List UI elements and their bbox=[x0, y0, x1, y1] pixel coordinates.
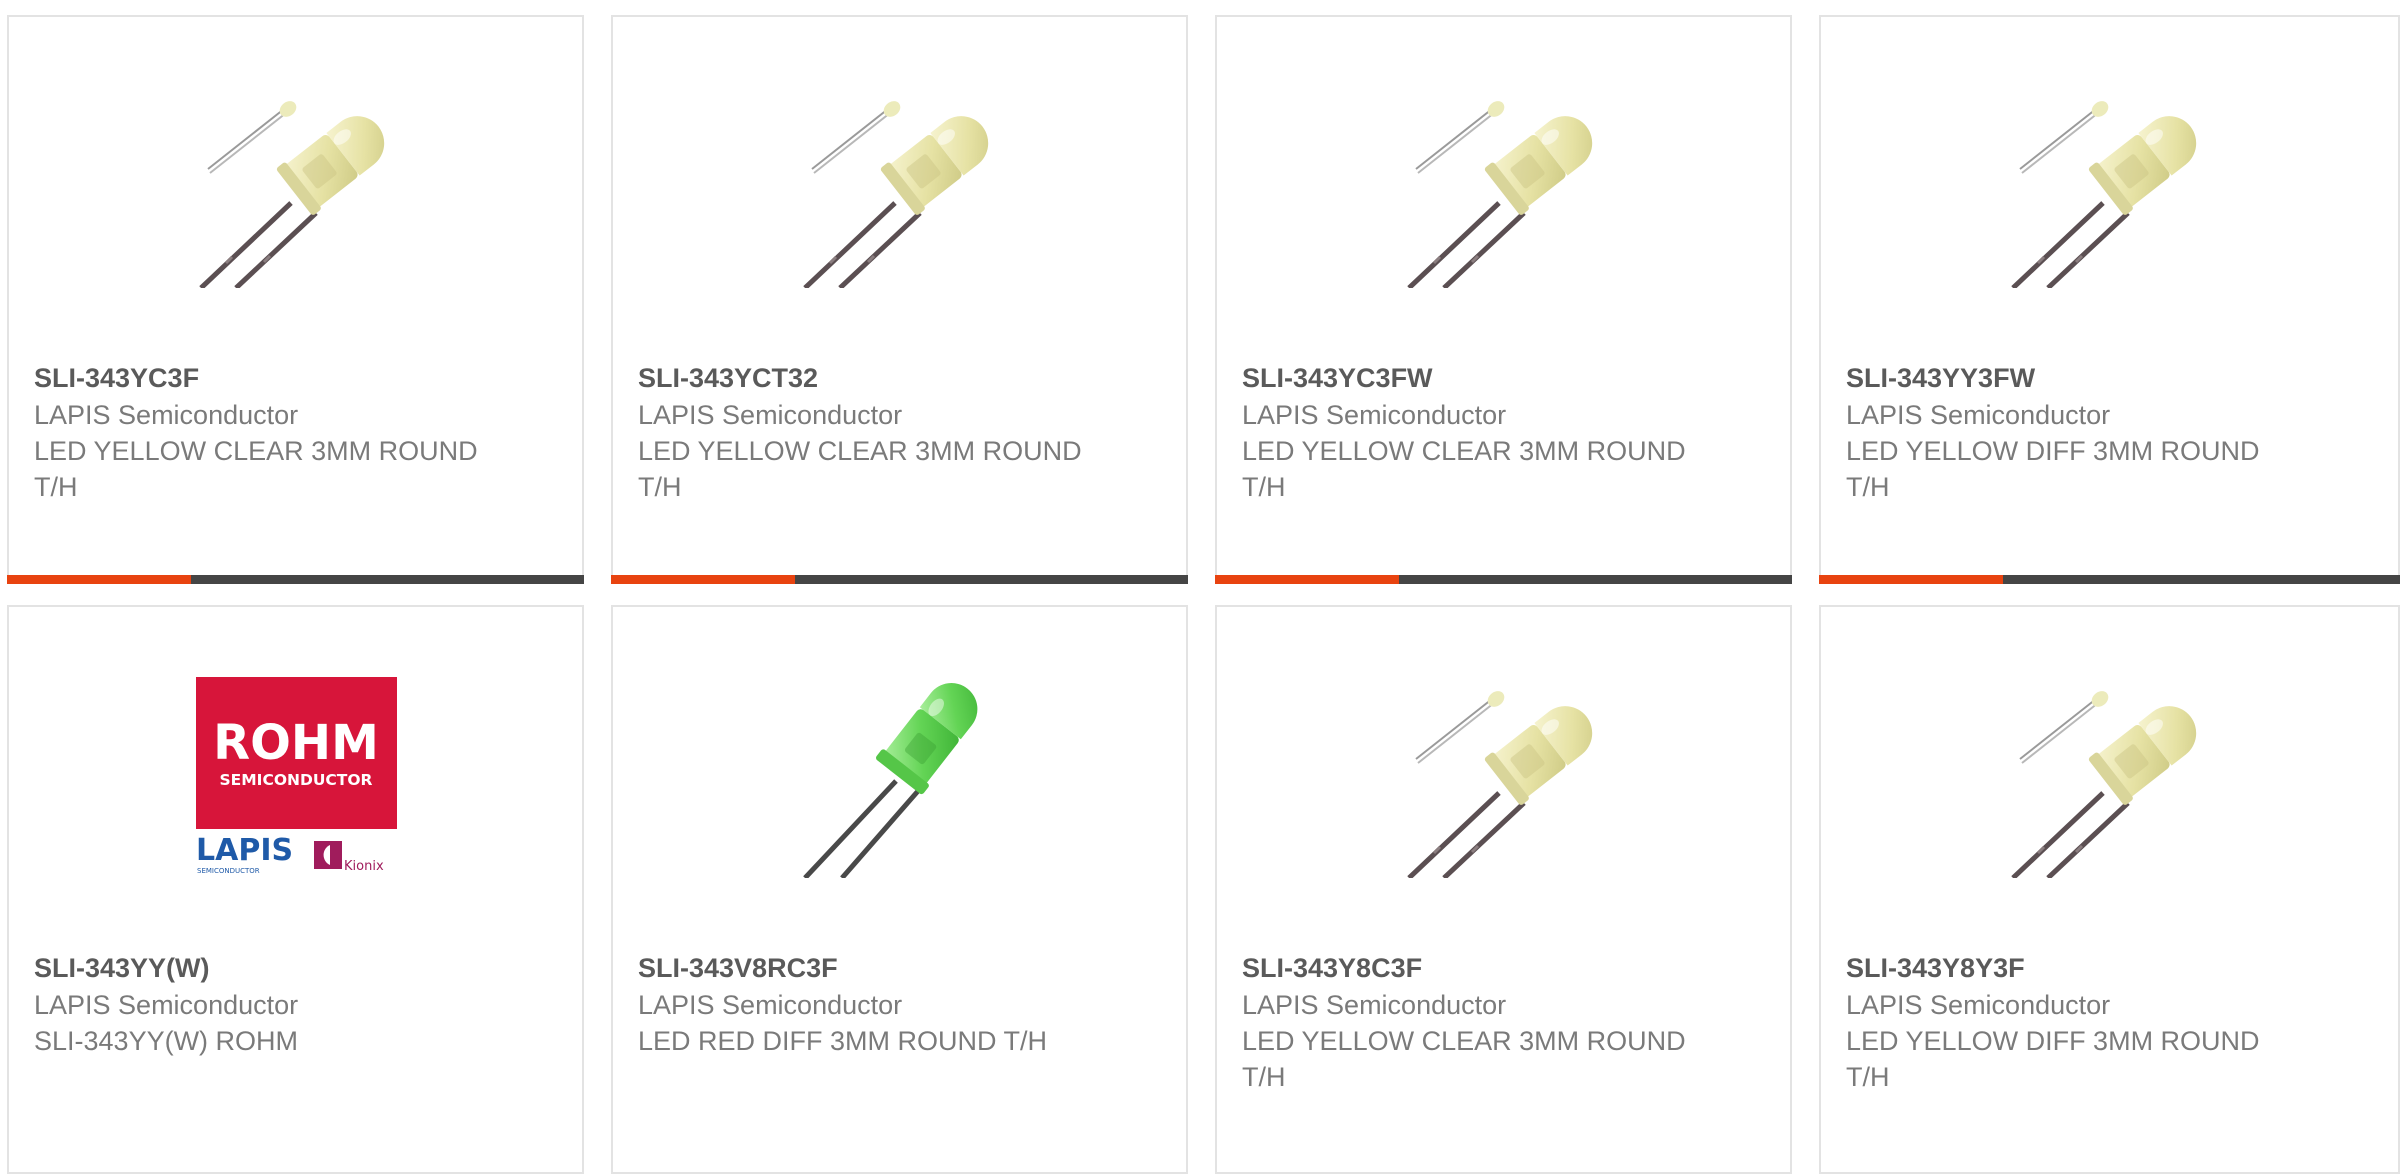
product-card[interactable]: SLI-343V8RC3F LAPIS Semiconductor LED RE… bbox=[611, 605, 1188, 1174]
part-number[interactable]: SLI-343YC3F bbox=[34, 359, 484, 397]
manufacturer: LAPIS Semiconductor bbox=[638, 990, 903, 1020]
product-info: SLI-343Y8Y3F LAPIS Semiconductor LED YEL… bbox=[1846, 949, 2296, 1095]
product-description: LED YELLOW CLEAR 3MM ROUND T/H bbox=[638, 436, 1082, 502]
part-number[interactable]: SLI-343YY3FW bbox=[1846, 359, 2296, 397]
part-number[interactable]: SLI-343V8RC3F bbox=[638, 949, 1088, 987]
product-description: LED YELLOW CLEAR 3MM ROUND T/H bbox=[34, 436, 478, 502]
product-info: SLI-343YY(W) LAPIS Semiconductor SLI-343… bbox=[34, 949, 484, 1059]
card-accent-highlight bbox=[1215, 575, 1399, 584]
lapis-logo-tagline: SEMICONDUCTOR bbox=[197, 867, 260, 875]
manufacturer: LAPIS Semiconductor bbox=[638, 400, 903, 430]
product-info: SLI-343YC3F LAPIS Semiconductor LED YELL… bbox=[34, 359, 484, 505]
product-card[interactable]: SLI-343YC3FW LAPIS Semiconductor LED YEL… bbox=[1215, 15, 1792, 584]
product-info: SLI-343YCT32 LAPIS Semiconductor LED YEL… bbox=[638, 359, 1088, 505]
product-card[interactable]: SLI-343YCT32 LAPIS Semiconductor LED YEL… bbox=[611, 15, 1188, 584]
card-accent-bar bbox=[1215, 575, 1792, 584]
product-card[interactable]: SLI-343Y8C3F LAPIS Semiconductor LED YEL… bbox=[1215, 605, 1792, 1174]
part-number[interactable]: SLI-343Y8C3F bbox=[1242, 949, 1692, 987]
product-description: LED YELLOW DIFF 3MM ROUND T/H bbox=[1846, 436, 2260, 502]
product-info: SLI-343V8RC3F LAPIS Semiconductor LED RE… bbox=[638, 949, 1088, 1059]
green-led-icon[interactable] bbox=[800, 677, 1001, 878]
product-card[interactable]: SLI-343Y8Y3F LAPIS Semiconductor LED YEL… bbox=[1819, 605, 2400, 1174]
yellow-led-icon[interactable] bbox=[196, 87, 397, 288]
lapis-logo-wordmark: LAPIS bbox=[196, 833, 293, 868]
manufacturer: LAPIS Semiconductor bbox=[1242, 990, 1507, 1020]
product-info: SLI-343Y8C3F LAPIS Semiconductor LED YEL… bbox=[1242, 949, 1692, 1095]
card-accent-bar bbox=[611, 575, 1188, 584]
yellow-led-icon[interactable] bbox=[2008, 677, 2209, 878]
manufacturer: LAPIS Semiconductor bbox=[34, 990, 299, 1020]
manufacturer: LAPIS Semiconductor bbox=[1846, 400, 2111, 430]
part-number[interactable]: SLI-343YC3FW bbox=[1242, 359, 1692, 397]
product-card[interactable]: SLI-343YY3FW LAPIS Semiconductor LED YEL… bbox=[1819, 15, 2400, 584]
card-accent-highlight bbox=[611, 575, 795, 584]
product-description: LED RED DIFF 3MM ROUND T/H bbox=[638, 1026, 1048, 1056]
product-info: SLI-343YY3FW LAPIS Semiconductor LED YEL… bbox=[1846, 359, 2296, 505]
product-description: LED YELLOW CLEAR 3MM ROUND T/H bbox=[1242, 436, 1686, 502]
product-description: LED YELLOW CLEAR 3MM ROUND T/H bbox=[1242, 1026, 1686, 1092]
kionix-logo-wordmark: Kionix bbox=[344, 859, 384, 874]
card-accent-highlight bbox=[7, 575, 191, 584]
product-description: SLI-343YY(W) ROHM bbox=[34, 1026, 299, 1056]
part-number[interactable]: SLI-343YY(W) bbox=[34, 949, 484, 987]
yellow-led-icon[interactable] bbox=[1404, 87, 1605, 288]
part-number[interactable]: SLI-343YCT32 bbox=[638, 359, 1088, 397]
product-card[interactable]: SLI-343YC3F LAPIS Semiconductor LED YELL… bbox=[7, 15, 584, 584]
manufacturer: LAPIS Semiconductor bbox=[1846, 990, 2111, 1020]
card-accent-bar bbox=[7, 575, 584, 584]
product-description: LED YELLOW DIFF 3MM ROUND T/H bbox=[1846, 1026, 2260, 1092]
manufacturer: LAPIS Semiconductor bbox=[1242, 400, 1507, 430]
product-grid: SLI-343YC3F LAPIS Semiconductor LED YELL… bbox=[7, 15, 2400, 1174]
product-card[interactable]: ROHM SEMICONDUCTOR LAPIS SEMICONDUCTOR K… bbox=[7, 605, 584, 1174]
yellow-led-icon[interactable] bbox=[2008, 87, 2209, 288]
yellow-led-icon[interactable] bbox=[800, 87, 1001, 288]
rohm-logo-wordmark: ROHM bbox=[213, 715, 379, 771]
manufacturer: LAPIS Semiconductor bbox=[34, 400, 299, 430]
product-info: SLI-343YC3FW LAPIS Semiconductor LED YEL… bbox=[1242, 359, 1692, 505]
rohm-logo-tagline: SEMICONDUCTOR bbox=[220, 771, 373, 789]
rohm-lapis-kionix-logo[interactable]: ROHM SEMICONDUCTOR LAPIS SEMICONDUCTOR K… bbox=[196, 677, 397, 878]
yellow-led-icon[interactable] bbox=[1404, 677, 1605, 878]
card-accent-bar bbox=[1819, 575, 2400, 584]
card-accent-highlight bbox=[1819, 575, 2003, 584]
part-number[interactable]: SLI-343Y8Y3F bbox=[1846, 949, 2296, 987]
